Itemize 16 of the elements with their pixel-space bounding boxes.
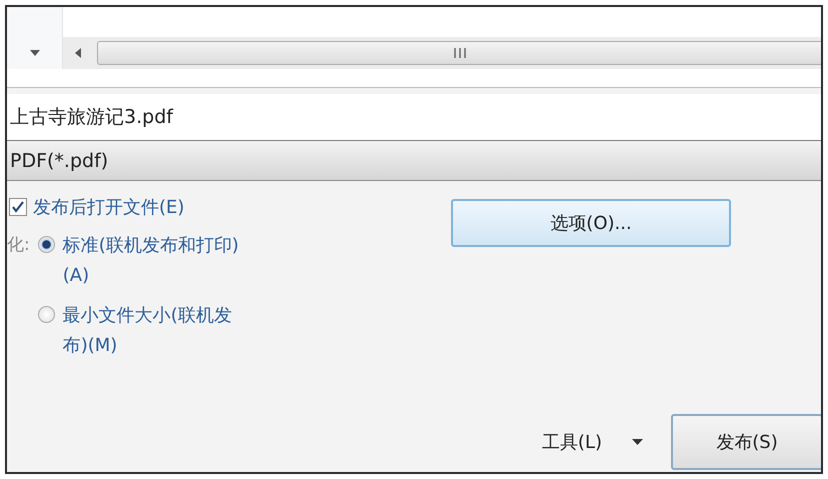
radio-label[interactable]: 最小文件大小(联机发布)(M) <box>62 301 243 361</box>
caret-icon[interactable] <box>632 439 643 445</box>
radio-label[interactable]: 标准(联机发布和打印)(A) <box>62 231 243 291</box>
scroll-left-icon[interactable] <box>75 48 81 58</box>
checkbox[interactable] <box>9 198 27 216</box>
radio-button[interactable] <box>38 306 55 323</box>
publish-button[interactable]: 发布(S) <box>671 414 821 470</box>
grip-icon <box>452 48 466 58</box>
optimize-label: 化: <box>7 234 30 256</box>
options-button[interactable]: 选项(O)... <box>451 199 731 247</box>
file-type-dropdown[interactable]: PDF(*.pdf) <box>7 141 821 181</box>
file-name-field[interactable]: 上古寺旅游记3.pdf <box>7 94 821 141</box>
radio-button[interactable] <box>38 236 55 253</box>
tools-button[interactable]: 工具(L) <box>542 430 602 454</box>
checkbox-label[interactable]: 发布后打开文件(E) <box>33 195 184 219</box>
caret-icon[interactable] <box>30 50 40 56</box>
